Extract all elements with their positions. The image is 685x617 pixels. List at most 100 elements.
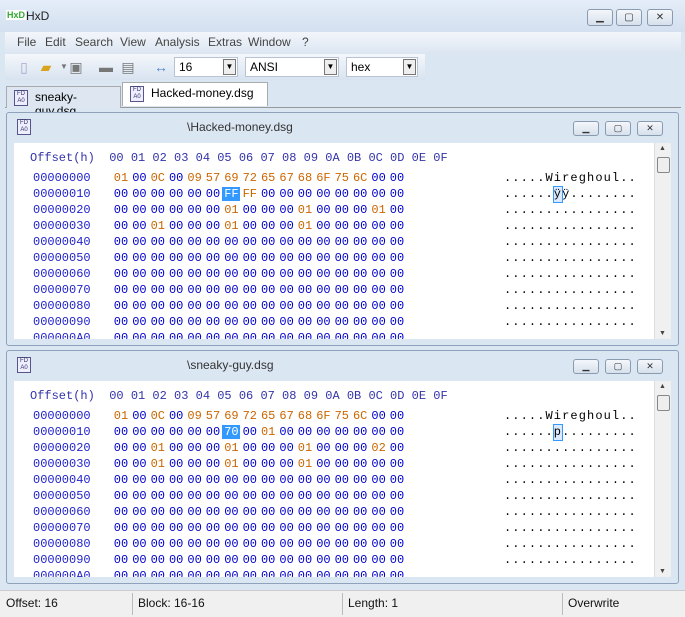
hex-byte[interactable]: 72 bbox=[241, 171, 259, 185]
hex-row[interactable]: 00000080 00 00 00 00 00 00 00 00 00 00 00 00 00 00 00 00… bbox=[14, 299, 655, 315]
hex-byte[interactable]: 00 bbox=[222, 283, 240, 297]
hex-byte[interactable]: 00 bbox=[204, 457, 222, 471]
hex-byte[interactable]: 00 bbox=[333, 235, 351, 249]
new-file-icon[interactable]: ▯ bbox=[15, 58, 33, 76]
hex-byte[interactable]: 00 bbox=[314, 553, 332, 567]
hex-byte[interactable]: 00 bbox=[186, 315, 204, 329]
hex-byte[interactable]: 00 bbox=[167, 283, 185, 297]
row-ascii[interactable]: .....Wireghoul.. bbox=[504, 409, 637, 423]
hex-byte[interactable]: 00 bbox=[241, 283, 259, 297]
hex-byte[interactable]: 6F bbox=[314, 171, 332, 185]
hex-byte[interactable]: 01 bbox=[222, 457, 240, 471]
save-icon[interactable]: ▣ bbox=[67, 58, 85, 76]
hex-byte[interactable]: 00 bbox=[241, 505, 259, 519]
hex-byte[interactable]: 00 bbox=[278, 283, 296, 297]
hex-byte[interactable]: 00 bbox=[241, 331, 259, 339]
hex-byte[interactable]: 00 bbox=[130, 171, 148, 185]
hex-byte[interactable]: 00 bbox=[112, 537, 130, 551]
hex-byte[interactable]: 6F bbox=[314, 409, 332, 423]
hex-byte[interactable]: 00 bbox=[370, 409, 388, 423]
hex-byte[interactable]: 00 bbox=[370, 171, 388, 185]
hex-byte[interactable]: 00 bbox=[370, 235, 388, 249]
hex-byte[interactable]: 00 bbox=[296, 299, 314, 313]
hex-byte[interactable]: 01 bbox=[259, 425, 277, 439]
hex-byte[interactable]: 00 bbox=[130, 505, 148, 519]
hex-byte[interactable]: 00 bbox=[222, 569, 240, 577]
menu-edit[interactable]: Edit bbox=[45, 35, 66, 49]
hex-row[interactable]: 00000020 00 00 01 00 00 00 01 00 00 00 01 00 00 00 02 00… bbox=[14, 441, 655, 457]
menu-window[interactable]: Window bbox=[248, 35, 291, 49]
scroll-up-icon[interactable]: ▲ bbox=[659, 145, 666, 152]
hex-byte[interactable]: 00 bbox=[333, 283, 351, 297]
hex-byte[interactable]: 00 bbox=[351, 569, 369, 577]
hex-row[interactable]: 00000030 00 00 01 00 00 00 01 00 00 00 01 00 00 00 00 00… bbox=[14, 457, 655, 473]
hex-row[interactable]: 00000050 00 00 00 00 00 00 00 00 00 00 00 00 00 00 00 00… bbox=[14, 489, 655, 505]
hex-byte[interactable]: 01 bbox=[149, 441, 167, 455]
hex-byte[interactable]: 00 bbox=[112, 569, 130, 577]
hex-byte[interactable]: 00 bbox=[278, 553, 296, 567]
hex-byte[interactable]: 00 bbox=[167, 267, 185, 281]
hex-byte[interactable]: 00 bbox=[259, 569, 277, 577]
hex-byte[interactable]: 00 bbox=[351, 203, 369, 217]
hex-byte[interactable]: 00 bbox=[333, 219, 351, 233]
hex-byte[interactable]: 00 bbox=[204, 299, 222, 313]
hex-byte[interactable]: 00 bbox=[112, 473, 130, 487]
panel-minimize-button[interactable]: ▁ bbox=[573, 121, 599, 136]
hex-byte[interactable]: 00 bbox=[186, 283, 204, 297]
hex-byte[interactable]: 00 bbox=[130, 187, 148, 201]
hex-byte[interactable]: 00 bbox=[370, 315, 388, 329]
menu-extras[interactable]: Extras bbox=[208, 35, 242, 49]
hex-byte[interactable]: 00 bbox=[388, 267, 406, 281]
hex-byte[interactable]: 00 bbox=[278, 299, 296, 313]
maximize-button[interactable]: ▢ bbox=[616, 9, 642, 26]
hex-byte[interactable]: 00 bbox=[130, 441, 148, 455]
hex-byte[interactable]: 00 bbox=[241, 489, 259, 503]
hex-byte[interactable]: 00 bbox=[167, 473, 185, 487]
row-ascii[interactable]: ................ bbox=[504, 331, 637, 339]
hex-byte[interactable]: 00 bbox=[241, 251, 259, 265]
hex-byte[interactable]: 00 bbox=[351, 489, 369, 503]
hex-byte[interactable]: 00 bbox=[149, 489, 167, 503]
hex-byte[interactable]: 00 bbox=[259, 505, 277, 519]
menu-file[interactable]: File bbox=[17, 35, 36, 49]
hex-byte[interactable]: 00 bbox=[370, 251, 388, 265]
hex-byte[interactable]: 00 bbox=[241, 299, 259, 313]
row-ascii[interactable]: ................ bbox=[504, 473, 637, 487]
hex-byte[interactable]: 00 bbox=[388, 235, 406, 249]
hex-byte[interactable]: 6C bbox=[351, 409, 369, 423]
hex-byte[interactable]: 00 bbox=[204, 537, 222, 551]
hex-byte[interactable]: 00 bbox=[186, 235, 204, 249]
hex-byte[interactable]: 67 bbox=[278, 409, 296, 423]
hex-byte[interactable]: 01 bbox=[296, 441, 314, 455]
hex-byte[interactable]: 01 bbox=[296, 219, 314, 233]
hex-byte[interactable]: 00 bbox=[130, 473, 148, 487]
hex-byte[interactable]: 00 bbox=[351, 537, 369, 551]
hex-byte[interactable]: 00 bbox=[278, 457, 296, 471]
hex-byte[interactable]: 00 bbox=[241, 219, 259, 233]
chevron-down-icon[interactable]: ▼ bbox=[324, 59, 337, 75]
hex-byte[interactable]: 00 bbox=[333, 203, 351, 217]
minimize-button[interactable]: ▁ bbox=[587, 9, 613, 26]
hex-byte[interactable]: 00 bbox=[296, 187, 314, 201]
hex-byte[interactable]: 00 bbox=[149, 537, 167, 551]
hex-byte[interactable]: 00 bbox=[186, 473, 204, 487]
hex-row[interactable]: 00000060 00 00 00 00 00 00 00 00 00 00 00 00 00 00 00 00… bbox=[14, 267, 655, 283]
close-button[interactable]: ✕ bbox=[647, 9, 673, 26]
hex-byte[interactable]: 01 bbox=[296, 457, 314, 471]
hex-byte[interactable]: 00 bbox=[370, 537, 388, 551]
hex-byte[interactable]: 00 bbox=[296, 569, 314, 577]
hex-byte[interactable]: 00 bbox=[167, 457, 185, 471]
hex-byte[interactable]: 00 bbox=[112, 553, 130, 567]
hex-byte[interactable]: 00 bbox=[186, 457, 204, 471]
hex-byte[interactable]: 00 bbox=[167, 299, 185, 313]
hex-byte[interactable]: 00 bbox=[314, 331, 332, 339]
hex-byte[interactable]: 00 bbox=[259, 537, 277, 551]
hex-row[interactable]: 00000020 00 00 00 00 00 00 01 00 00 00 01 00 00 00 01 00… bbox=[14, 203, 655, 219]
menu-view[interactable]: View bbox=[120, 35, 146, 49]
hex-row[interactable]: 00000050 00 00 00 00 00 00 00 00 00 00 00 00 00 00 00 00… bbox=[14, 251, 655, 267]
hex-byte[interactable]: 67 bbox=[278, 171, 296, 185]
hex-byte[interactable]: 00 bbox=[333, 187, 351, 201]
hex-byte[interactable]: 01 bbox=[112, 171, 130, 185]
hex-byte[interactable]: 00 bbox=[351, 235, 369, 249]
hex-byte[interactable]: 00 bbox=[149, 569, 167, 577]
